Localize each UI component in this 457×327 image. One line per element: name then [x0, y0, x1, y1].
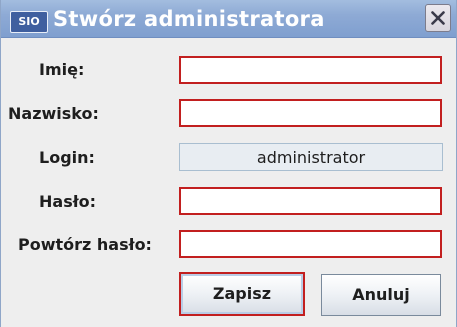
create-admin-dialog: SIO Stwórz administratora Imię: Nazwisko… — [0, 0, 457, 327]
login-field — [179, 143, 443, 171]
close-button[interactable] — [425, 4, 451, 32]
password-input[interactable] — [179, 187, 442, 215]
last-name-input[interactable] — [179, 99, 442, 127]
close-icon — [431, 11, 445, 25]
window-title: Stwórz administratora — [53, 7, 325, 31]
last-name-label: Nazwisko: — [8, 104, 99, 123]
first-name-label: Imię: — [39, 60, 85, 79]
login-label: Login: — [39, 148, 95, 167]
title-bar[interactable]: SIO Stwórz administratora — [1, 0, 456, 38]
first-name-input[interactable] — [179, 56, 442, 84]
app-logo-icon: SIO — [10, 11, 48, 33]
save-button[interactable]: Zapisz — [179, 272, 305, 316]
repeat-password-input[interactable] — [179, 230, 442, 258]
cancel-button[interactable]: Anuluj — [321, 274, 441, 316]
repeat-password-label: Powtórz hasło: — [18, 235, 152, 254]
password-label: Hasło: — [39, 192, 97, 211]
